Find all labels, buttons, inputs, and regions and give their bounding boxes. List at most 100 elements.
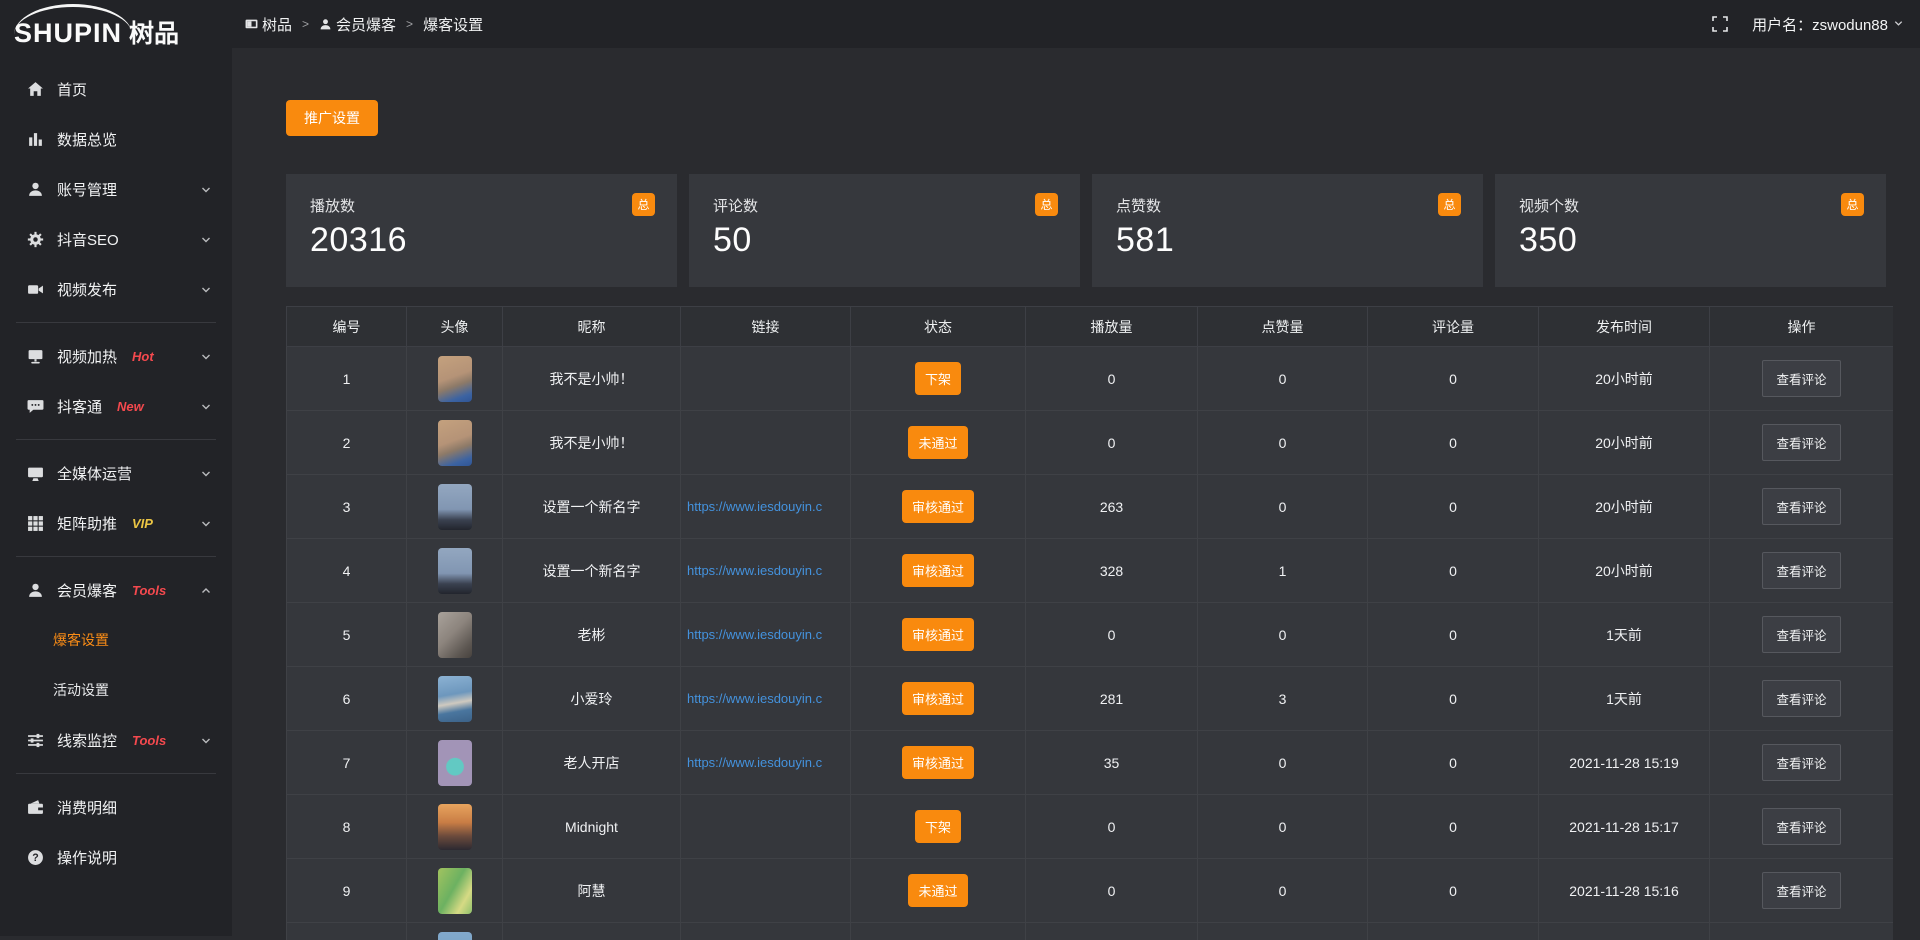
status-badge: 未通过 — [908, 426, 967, 459]
cell-status: 审核通过 — [851, 539, 1026, 603]
chevron-down-icon — [200, 350, 212, 368]
sidebar-item-label: 视频发布 — [57, 279, 117, 300]
sidebar-item-douketong[interactable]: 抖客通 New — [0, 381, 232, 431]
sidebar-item-label: 矩阵助推 — [57, 513, 117, 534]
sidebar-subitem-activity-settings[interactable]: 活动设置 — [0, 665, 232, 715]
sidebar-item-video-heat[interactable]: 视频加热 Hot — [0, 331, 232, 381]
table-row-partial — [287, 923, 1894, 940]
cell-link — [681, 347, 851, 411]
avatar — [438, 676, 472, 722]
chevron-down-icon — [200, 400, 212, 418]
fullscreen-icon[interactable] — [1712, 16, 1728, 32]
sidebar-item-media-operation[interactable]: 全媒体运营 — [0, 448, 232, 498]
sidebar-item-clue-monitor[interactable]: 线索监控 Tools — [0, 715, 232, 765]
cell-nickname: 老人开店 — [503, 731, 681, 795]
cell-time: 20小时前 — [1539, 539, 1710, 603]
total-badge: 总 — [1438, 193, 1461, 216]
sidebar-item-douyin-seo[interactable]: 抖音SEO — [0, 214, 232, 264]
total-badge: 总 — [1841, 193, 1864, 216]
cell-action: 查看评论 — [1710, 603, 1894, 667]
avatar — [438, 548, 472, 594]
view-comments-button[interactable]: 查看评论 — [1762, 808, 1840, 845]
cell-id: 5 — [287, 603, 407, 667]
chevron-down-icon — [200, 517, 212, 535]
cell-link: https://www.iesdouyin.c — [681, 539, 851, 603]
sidebar-item-label: 数据总览 — [57, 129, 117, 150]
table-row: 1 我不是小帅！ 下架 0 0 0 20小时前 查看评论 — [287, 347, 1894, 411]
cell-status: 审核通过 — [851, 731, 1026, 795]
cell-id: 9 — [287, 859, 407, 923]
col-header-action: 操作 — [1710, 307, 1894, 347]
view-comments-button[interactable]: 查看评论 — [1762, 488, 1840, 525]
cell-action: 查看评论 — [1710, 731, 1894, 795]
cell-likes: 3 — [1198, 667, 1368, 731]
video-link[interactable]: https://www.iesdouyin.c — [687, 563, 850, 578]
breadcrumb-item[interactable]: 树品 — [262, 14, 292, 35]
cell-time: 20小时前 — [1539, 347, 1710, 411]
sidebar-item-account-management[interactable]: 账号管理 — [0, 164, 232, 214]
user-icon — [26, 180, 44, 198]
cell-id: 2 — [287, 411, 407, 475]
cell-link: https://www.iesdouyin.c — [681, 667, 851, 731]
promotion-settings-button[interactable]: 推广设置 — [286, 100, 378, 136]
gear-icon — [26, 230, 44, 248]
cell-avatar — [407, 603, 503, 667]
hot-tag: Hot — [132, 349, 154, 364]
sidebar-item-data-overview[interactable]: 数据总览 — [0, 114, 232, 164]
sidebar-item-label: 线索监控 — [57, 730, 117, 751]
cell-nickname: 我不是小帅！ — [503, 411, 681, 475]
user-menu[interactable]: 用户名：zswodun88 — [1752, 14, 1904, 35]
view-comments-button[interactable]: 查看评论 — [1762, 744, 1840, 781]
cell-likes: 0 — [1198, 859, 1368, 923]
breadcrumb-item[interactable]: 会员爆客 — [336, 14, 396, 35]
status-badge: 审核通过 — [902, 746, 974, 779]
cell-link: https://www.iesdouyin.c — [681, 603, 851, 667]
video-link[interactable]: https://www.iesdouyin.c — [687, 627, 850, 642]
sidebar: SHUPIN树品 首页 数据总览 账号管理 抖音SEO 视频发布 — [0, 0, 232, 936]
sidebar-divider — [16, 556, 216, 557]
cell-status: 下架 — [851, 795, 1026, 859]
sidebar-item-consumption-detail[interactable]: 消费明细 — [0, 782, 232, 832]
view-comments-button[interactable]: 查看评论 — [1762, 424, 1840, 461]
app-logo[interactable]: SHUPIN树品 — [0, 0, 232, 58]
sidebar-item-video-publish[interactable]: 视频发布 — [0, 264, 232, 314]
view-comments-button[interactable]: 查看评论 — [1762, 552, 1840, 589]
cell-plays: 263 — [1026, 475, 1198, 539]
member-icon — [26, 581, 44, 599]
sidebar-item-matrix-boost[interactable]: 矩阵助推 VIP — [0, 498, 232, 548]
user-icon — [319, 18, 332, 31]
cell-id: 1 — [287, 347, 407, 411]
home-icon — [26, 80, 44, 98]
video-link[interactable]: https://www.iesdouyin.c — [687, 755, 850, 770]
sidebar-item-label: 抖客通 — [57, 396, 102, 417]
cell-status: 审核通过 — [851, 603, 1026, 667]
sidebar-item-instructions[interactable]: ? 操作说明 — [0, 832, 232, 882]
cell-id: 6 — [287, 667, 407, 731]
cell-comments: 0 — [1368, 731, 1539, 795]
tools-tag: Tools — [132, 733, 166, 748]
stat-value: 20316 — [310, 221, 653, 260]
video-link[interactable]: https://www.iesdouyin.c — [687, 691, 850, 706]
table-header-row: 编号 头像 昵称 链接 状态 播放量 点赞量 评论量 发布时间 操作 — [287, 307, 1894, 347]
sidebar-item-label: 会员爆客 — [57, 580, 117, 601]
stat-value: 581 — [1116, 221, 1459, 260]
sidebar-item-home[interactable]: 首页 — [0, 64, 232, 114]
cell-likes: 0 — [1198, 475, 1368, 539]
view-comments-button[interactable]: 查看评论 — [1762, 872, 1840, 909]
stat-cards: 播放数 20316 总 评论数 50 总 点赞数 581 总 视频个数 350 … — [286, 174, 1893, 287]
tools-tag: Tools — [132, 583, 166, 598]
sliders-icon — [26, 731, 44, 749]
video-link[interactable]: https://www.iesdouyin.c — [687, 499, 850, 514]
breadcrumb-item-current: 爆客设置 — [423, 14, 483, 35]
sidebar-item-member-baoke[interactable]: 会员爆客 Tools — [0, 565, 232, 615]
view-comments-button[interactable]: 查看评论 — [1762, 616, 1840, 653]
sidebar-subitem-baoke-settings[interactable]: 爆客设置 — [0, 615, 232, 665]
view-comments-button[interactable]: 查看评论 — [1762, 360, 1840, 397]
sidebar-nav: 首页 数据总览 账号管理 抖音SEO 视频发布 视频加热 Hot — [0, 58, 232, 882]
stat-card-videos: 视频个数 350 总 — [1495, 174, 1886, 287]
total-badge: 总 — [1035, 193, 1058, 216]
cell-time: 20小时前 — [1539, 475, 1710, 539]
stat-card-likes: 点赞数 581 总 — [1092, 174, 1483, 287]
view-comments-button[interactable]: 查看评论 — [1762, 680, 1840, 717]
svg-text:?: ? — [32, 852, 38, 864]
